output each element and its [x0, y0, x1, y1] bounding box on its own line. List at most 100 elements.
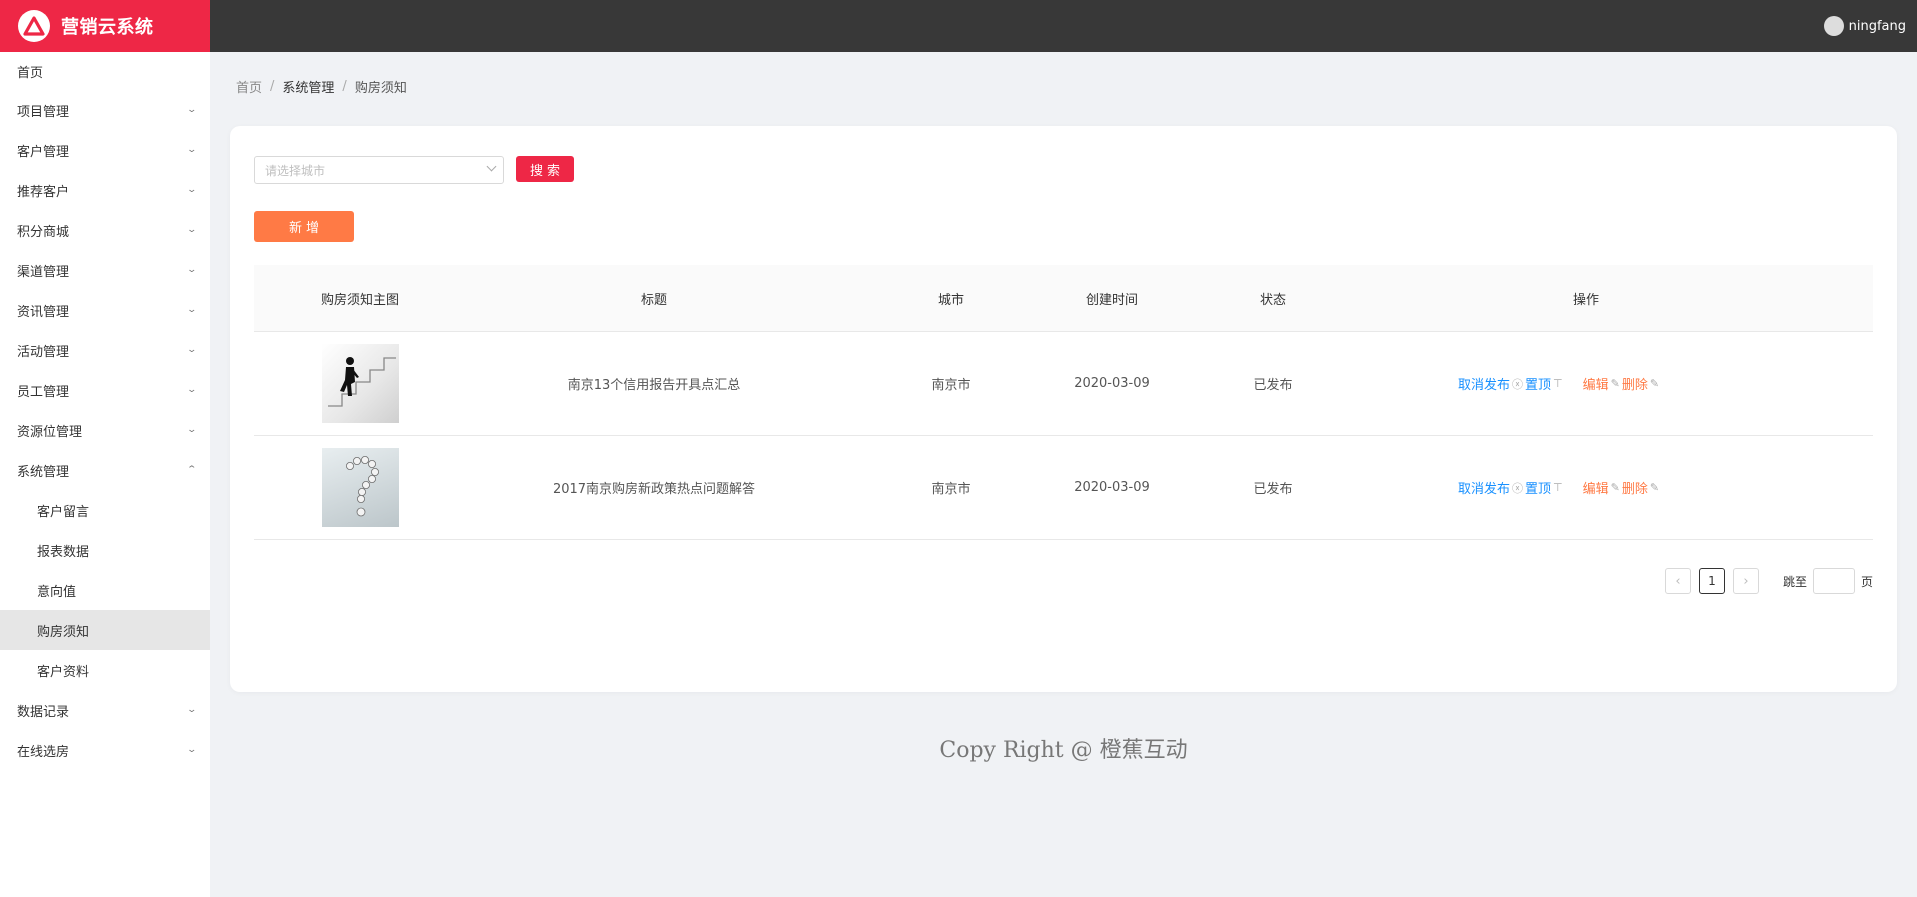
- table-row: 南京13个信用报告开具点汇总 南京市 2020-03-09 已发布 取消发布 ⓧ…: [254, 332, 1873, 436]
- sidebar-subitem-label: 客户资料: [37, 664, 90, 680]
- page-suffix: 页: [1860, 574, 1873, 589]
- app-logo[interactable]: 营销云系统: [0, 0, 210, 52]
- pin-top-icon: ⊤: [1553, 481, 1563, 494]
- sidebar-item-data-records[interactable]: 数据记录 ⌄: [0, 690, 210, 730]
- table-cell-created: 2020-03-09: [1074, 376, 1150, 391]
- edit-square-icon: ✎: [1649, 377, 1660, 390]
- sidebar-item-label: 系统管理: [17, 464, 70, 480]
- breadcrumb-home[interactable]: 首页: [236, 77, 262, 96]
- username: ningfang: [1848, 18, 1906, 34]
- unpublish-link[interactable]: 取消发布: [1458, 478, 1510, 497]
- breadcrumb-separator: /: [342, 79, 347, 94]
- sidebar-subitem-intent[interactable]: 意向值: [0, 570, 210, 610]
- sidebar-item-label: 首页: [17, 66, 44, 81]
- chevron-down-icon: ⌄: [186, 225, 198, 235]
- column-header-actions: 操作: [1572, 292, 1599, 308]
- sidebar-item-label: 积分商城: [17, 224, 70, 240]
- staircase-walker-image: [321, 344, 399, 423]
- sidebar-subitem-reports[interactable]: 报表数据: [0, 530, 210, 570]
- unpublish-link[interactable]: 取消发布: [1458, 374, 1510, 393]
- content-card: 请选择城市 搜索 新增 购房须知主图 标题 城市 创建时间 状态 操作 南京13…: [230, 126, 1897, 692]
- add-button[interactable]: 新增: [254, 211, 354, 242]
- sidebar-item-label: 活动管理: [17, 344, 70, 360]
- column-header-status: 状态: [1259, 292, 1286, 308]
- breadcrumb-system[interactable]: 系统管理: [282, 77, 334, 96]
- table-cell-actions: 取消发布 ⓧ 置顶 ⊤ 编辑 ✎ 删除 ✎: [1382, 478, 1790, 497]
- edit-square-icon: ✎: [1649, 481, 1660, 494]
- table-cell-actions: 取消发布 ⓧ 置顶 ⊤ 编辑 ✎ 删除 ✎: [1382, 374, 1790, 393]
- page-number-current[interactable]: 1: [1698, 568, 1725, 594]
- sidebar-item-online-selection[interactable]: 在线选房 ⌄: [0, 730, 210, 770]
- table-header: 购房须知主图 标题 城市 创建时间 状态 操作: [254, 265, 1873, 332]
- sidebar: 营销云系统 首页 项目管理 ⌄ 客户管理 ⌄ 推荐客户 ⌄ 积分商城 ⌄ 渠道管理 ⌄ 资…: [0, 0, 210, 897]
- sidebar-item-customers[interactable]: 客户管理 ⌄: [0, 130, 210, 170]
- chevron-down-icon: ⌄: [186, 745, 198, 755]
- edit-link[interactable]: 编辑: [1583, 374, 1609, 393]
- sidebar-item-news[interactable]: 资讯管理 ⌄: [0, 290, 210, 330]
- search-button[interactable]: 搜索: [516, 156, 574, 182]
- close-circle-icon: ⓧ: [1512, 481, 1524, 495]
- user-menu[interactable]: ningfang: [1823, 16, 1906, 36]
- table-cell-city: 南京市: [931, 482, 971, 497]
- chevron-down-icon: ⌄: [186, 105, 198, 115]
- sidebar-item-referrals[interactable]: 推荐客户 ⌄: [0, 170, 210, 210]
- chevron-left-icon: ‹: [1675, 573, 1681, 589]
- column-header-city: 城市: [937, 292, 964, 308]
- chevron-down-icon: ⌄: [186, 265, 198, 275]
- sidebar-item-activities[interactable]: 活动管理 ⌄: [0, 330, 210, 370]
- city-select[interactable]: 请选择城市: [254, 156, 504, 184]
- sidebar-item-home[interactable]: 首页: [0, 53, 210, 90]
- breadcrumb-separator: /: [270, 79, 275, 94]
- chevron-down-icon: ⌄: [186, 425, 198, 435]
- breadcrumb: 首页 / 系统管理 / 购房须知: [236, 77, 407, 96]
- sidebar-item-label: 渠道管理: [17, 264, 70, 280]
- table-cell-city: 南京市: [931, 378, 971, 393]
- chevron-down-icon: [486, 161, 497, 172]
- sidebar-item-label: 员工管理: [17, 384, 70, 400]
- close-circle-icon: ⓧ: [1512, 377, 1524, 391]
- jump-page-input[interactable]: [1812, 568, 1855, 594]
- avatar: [1823, 16, 1844, 36]
- sidebar-item-projects[interactable]: 项目管理 ⌄: [0, 90, 210, 130]
- sidebar-item-channels[interactable]: 渠道管理 ⌄: [0, 250, 210, 290]
- chevron-up-icon: ⌃: [186, 465, 198, 475]
- prev-page-button[interactable]: ‹: [1664, 568, 1691, 594]
- sidebar-item-staff[interactable]: 员工管理 ⌄: [0, 370, 210, 410]
- pin-link[interactable]: 置顶: [1525, 478, 1551, 497]
- sidebar-item-resources[interactable]: 资源位管理 ⌄: [0, 410, 210, 450]
- sidebar-item-label: 资源位管理: [17, 424, 83, 440]
- chevron-down-icon: ⌄: [186, 705, 198, 715]
- jump-label: 跳至: [1782, 574, 1807, 589]
- delete-link[interactable]: 删除: [1622, 374, 1648, 393]
- sidebar-item-label: 推荐客户: [17, 184, 70, 200]
- sidebar-menu: 首页 项目管理 ⌄ 客户管理 ⌄ 推荐客户 ⌄ 积分商城 ⌄ 渠道管理 ⌄ 资讯管理 ⌄ 活…: [0, 53, 210, 770]
- pin-link[interactable]: 置顶: [1525, 374, 1551, 393]
- sidebar-subitem-customer-info[interactable]: 客户资料: [0, 650, 210, 690]
- footer-copyright: Copy Right @ 橙蕉互动: [939, 738, 1188, 763]
- top-header: ningfang: [210, 0, 1917, 52]
- question-mark-image: [321, 448, 399, 527]
- logo-icon: [18, 10, 50, 42]
- table-cell-image: [254, 344, 466, 423]
- edit-link[interactable]: 编辑: [1583, 478, 1609, 497]
- sidebar-subitem-label: 报表数据: [37, 544, 90, 560]
- sidebar-subitem-purchase-notice[interactable]: 购房须知: [0, 610, 210, 650]
- breadcrumb-current: 购房须知: [354, 81, 407, 96]
- table-cell-title: 2017南京购房新政策热点问题解答: [552, 482, 756, 497]
- chevron-down-icon: ⌄: [186, 185, 198, 195]
- sidebar-item-points-mall[interactable]: 积分商城 ⌄: [0, 210, 210, 250]
- column-header-title: 标题: [640, 292, 667, 308]
- column-header-created: 创建时间: [1085, 292, 1138, 308]
- sidebar-item-system[interactable]: 系统管理 ⌃: [0, 450, 210, 490]
- chevron-down-icon: ⌄: [186, 305, 198, 315]
- sidebar-subitem-messages[interactable]: 客户留言: [0, 490, 210, 530]
- next-page-button[interactable]: ›: [1732, 568, 1759, 594]
- notice-table: 购房须知主图 标题 城市 创建时间 状态 操作 南京13个信用报告开具点汇总 南…: [254, 265, 1873, 540]
- sidebar-subitem-label: 客户留言: [37, 504, 90, 520]
- delete-link[interactable]: 删除: [1622, 478, 1648, 497]
- edit-icon: ✎: [1610, 377, 1620, 390]
- sidebar-item-label: 客户管理: [17, 144, 70, 160]
- chevron-down-icon: ⌄: [186, 345, 198, 355]
- edit-icon: ✎: [1610, 481, 1620, 494]
- sidebar-subitem-label: 意向值: [37, 584, 77, 600]
